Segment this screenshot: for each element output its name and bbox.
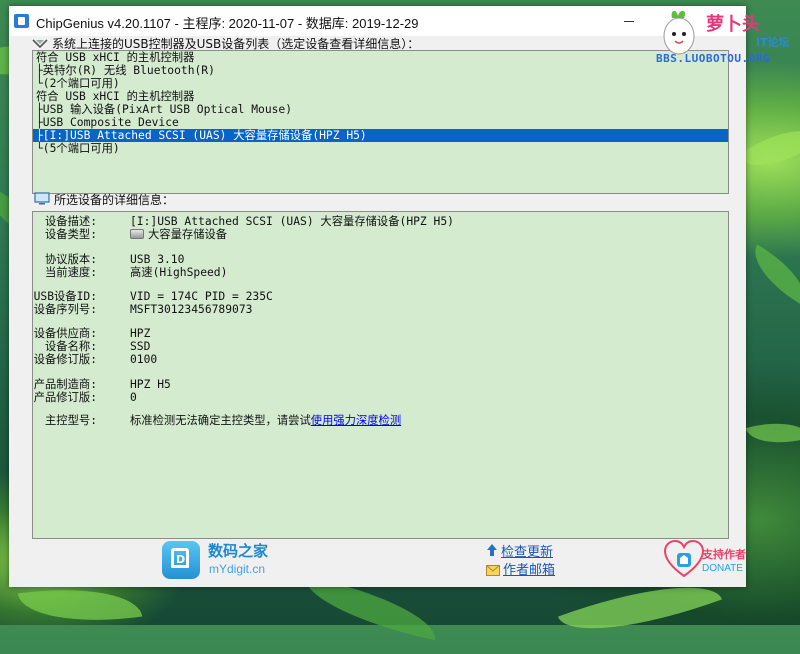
detail-label-usb-id: USB设备ID: [33, 290, 97, 303]
mydigit-site-url: mYdigit.cn [209, 562, 266, 576]
luobotou-watermark: 萝卜头 IT论坛 BBS.LUOBOTOU.ORG [652, 4, 800, 68]
tree-item-bluetooth[interactable]: ├英特尔(R) 无线 Bluetooth(R) [36, 64, 215, 77]
mydigit-house-icon [162, 541, 200, 579]
detail-label-product-revision: 产品修订版: [33, 391, 97, 404]
detail-label-speed: 当前速度: [45, 266, 97, 279]
background-leaf [745, 412, 800, 454]
detail-label-type: 设备类型: [45, 228, 97, 241]
detail-label-vendor: 设备供应商: [33, 327, 97, 340]
detail-value-description: [I:]USB Attached SCSI (UAS) 大容量存储设备(HPZ … [130, 215, 454, 228]
detail-label-manufacturer: 产品制造商: [33, 378, 97, 391]
tree-item-controller-1[interactable]: 符合 USB xHCI 的主机控制器 [36, 51, 194, 64]
detail-value-type-wrap: 大容量存储设备 [130, 228, 227, 241]
detail-label-protocol: 协议版本: [45, 253, 97, 266]
detail-value-speed: 高速(HighSpeed) [130, 266, 228, 279]
details-label: 所选设备的详细信息： [54, 193, 175, 207]
device-list-label: 系统上连接的USB控制器及USB设备列表（选定设备查看详细信息）： [52, 37, 420, 51]
detail-value-controller-model-wrap: 标准检测无法确定主控类型，请尝试使用强力深度检测 [130, 414, 401, 427]
detail-label-serial: 设备序列号: [33, 303, 97, 316]
tree-item-ports-available-2[interactable]: └(5个端口可用) [36, 142, 120, 155]
expand-arrow-icon [32, 38, 48, 49]
deep-scan-link[interactable]: 使用强力深度检测 [311, 414, 401, 427]
detail-value-usb-id: VID = 174C PID = 235C [130, 290, 273, 303]
app-icon [14, 14, 29, 28]
update-arrow-icon [486, 542, 498, 561]
detail-value-vendor: HPZ [130, 327, 151, 340]
storage-drive-icon [130, 229, 144, 239]
device-tree[interactable]: 符合 USB xHCI 的主机控制器 ├英特尔(R) 无线 Bluetooth(… [32, 50, 729, 194]
monitor-icon [34, 192, 50, 205]
watermark-sub: IT论坛 [756, 36, 790, 49]
watermark-brand: 萝卜头 [706, 14, 760, 35]
window-title: ChipGenius v4.20.1107 - 主程序: 2020-11-07 … [36, 16, 419, 31]
detail-label-controller-model: 主控型号: [45, 414, 97, 427]
heart-icon [663, 539, 705, 582]
background-leaf [742, 244, 800, 306]
tree-item-controller-2[interactable]: 符合 USB xHCI 的主机控制器 [36, 90, 194, 103]
tree-item-ports-available[interactable]: └(2个端口可用) [36, 77, 120, 90]
detail-value-device-name: SSD [130, 340, 151, 353]
detail-value-manufacturer: HPZ H5 [130, 378, 171, 391]
detail-value-serial: MSFT30123456789073 [130, 303, 253, 316]
support-author-donate[interactable]: 支持作者 DONATE [663, 538, 746, 582]
detail-value-protocol: USB 3.10 [130, 253, 185, 266]
minimize-button[interactable] [606, 6, 652, 36]
watermark-url: BBS.LUOBOTOU.ORG [656, 52, 770, 65]
detail-value-type: 大容量存储设备 [148, 228, 228, 241]
background-leaf [736, 110, 800, 186]
detail-label-description: 设备描述: [45, 215, 97, 228]
detail-label-device-revision: 设备修订版: [33, 353, 97, 366]
author-email-label: 作者邮箱 [503, 563, 556, 578]
tree-item-usb-mouse[interactable]: ├USB 输入设备(PixArt USB Optical Mouse) [36, 103, 292, 116]
check-update-label: 检查更新 [501, 545, 554, 560]
support-author-label: 支持作者 [702, 548, 746, 561]
device-details-panel: 设备描述: [I:]USB Attached SCSI (UAS) 大容量存储设… [32, 211, 729, 539]
tree-item-uas-storage-selected[interactable]: ├[I:]USB Attached SCSI (UAS) 大容量存储设备(HPZ… [33, 129, 728, 142]
details-label-row: 所选设备的详细信息： [34, 191, 174, 208]
title-bar: ChipGenius v4.20.1107 - 主程序: 2020-11-07 … [9, 6, 746, 36]
detail-value-controller-model: 标准检测无法确定主控类型，请尝试 [130, 414, 311, 427]
tree-item-composite-device[interactable]: ├USB Composite Device [36, 116, 179, 129]
chipgenius-window: ChipGenius v4.20.1107 - 主程序: 2020-11-07 … [9, 6, 746, 587]
mydigit-site-name: 数码之家 [208, 542, 269, 560]
donate-label: DONATE [702, 563, 743, 574]
envelope-icon [486, 561, 500, 580]
detail-value-product-revision: 0 [130, 391, 137, 404]
detail-value-device-revision: 0100 [130, 353, 158, 366]
detail-label-device-name: 设备名称: [45, 340, 97, 353]
mydigit-logo[interactable]: 数码之家 mYdigit.cn [162, 538, 282, 582]
